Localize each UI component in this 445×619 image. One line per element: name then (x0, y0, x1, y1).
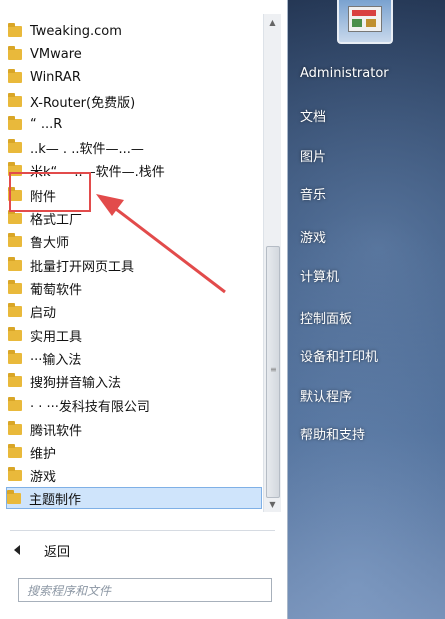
right-item-games[interactable]: 游戏 (300, 227, 326, 246)
right-item-documents[interactable]: 文档 (300, 106, 326, 125)
user-avatar[interactable] (337, 0, 393, 44)
right-item-computer[interactable]: 计算机 (300, 266, 339, 285)
right-item-music[interactable]: 音乐 (300, 184, 326, 203)
right-item-administrator[interactable]: Administrator (300, 66, 389, 81)
right-item-pictures[interactable]: 图片 (300, 146, 326, 165)
right-item-default-programs[interactable]: 默认程序 (300, 386, 352, 405)
annotation-arrow-icon (96, 194, 226, 294)
right-item-help-support[interactable]: 帮助和支持 (300, 424, 365, 443)
right-item-control-panel[interactable]: 控制面板 (300, 308, 352, 327)
right-item-devices-printers[interactable]: 设备和打印机 (300, 346, 378, 365)
